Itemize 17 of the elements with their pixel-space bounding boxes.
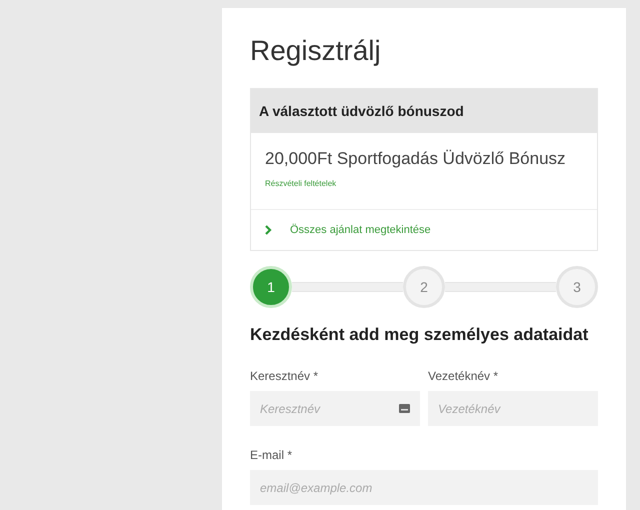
chevron-icon xyxy=(265,225,272,235)
page-title: Regisztrálj xyxy=(250,34,382,68)
input-field[interactable]: Vezetéknév xyxy=(428,391,598,426)
field-label: E-mail * xyxy=(250,448,294,462)
keyboard-icon[interactable] xyxy=(399,404,410,413)
bonus-name: 20,000Ft Sportfogadás Üdvözlő Bónusz xyxy=(265,149,567,169)
input-field[interactable]: email@example.com xyxy=(250,470,598,505)
field-label: Keresztnév * xyxy=(250,369,320,383)
step-indicator: 2 xyxy=(403,266,445,308)
section-heading: Kezdésként add meg személyes adataidat xyxy=(250,325,590,345)
input-field[interactable]: Keresztnév xyxy=(250,391,420,426)
step-indicator: 1 xyxy=(250,266,292,308)
field-label: Vezetéknév * xyxy=(428,369,500,383)
all-offers-link[interactable]: Összes ajánlat megtekintése xyxy=(290,224,431,236)
terms-link[interactable]: Részvételi feltételek xyxy=(265,179,336,188)
step-indicator: 3 xyxy=(556,266,598,308)
bonus-header: A választott üdvözlő bónuszod xyxy=(251,89,597,133)
